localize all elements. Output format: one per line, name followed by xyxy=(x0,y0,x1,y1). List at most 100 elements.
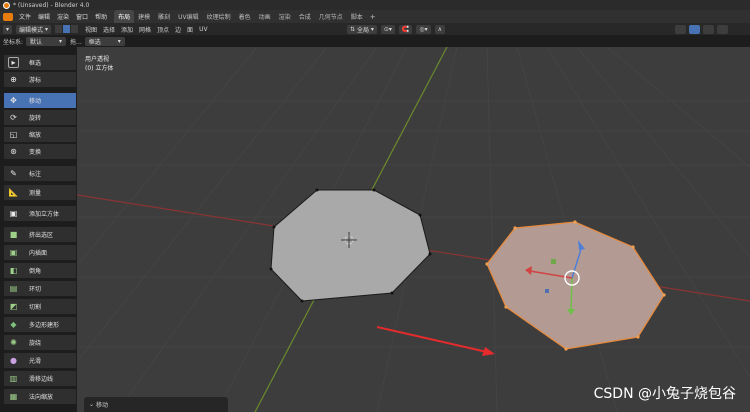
viewport-header: ▾ 编辑模式 ▾ 视图 选择 添加 网格 顶点 边 面 UV ⇅ 全局 ▾ ⊙▾… xyxy=(0,23,750,35)
menu-render[interactable]: 渲染 xyxy=(57,12,69,21)
menu-select[interactable]: 选择 xyxy=(103,25,115,34)
loop-cut-icon: ▤ xyxy=(9,284,18,293)
tool-loop-cut[interactable]: ▤ 环切 xyxy=(4,281,76,297)
menu-view[interactable]: 视图 xyxy=(85,25,97,34)
tab-uv-editing[interactable]: UV编辑 xyxy=(174,10,203,23)
menu-window[interactable]: 窗口 xyxy=(76,12,88,21)
tool-knife[interactable]: ◩ 切割 xyxy=(4,299,76,315)
view-name-label: 用户透视 xyxy=(85,56,110,63)
viewport-gizmo-buttons xyxy=(672,25,728,34)
gizmo-toggle-icon[interactable] xyxy=(689,25,700,34)
mode-dropdown[interactable]: 编辑模式 ▾ xyxy=(16,24,51,34)
tool-smooth[interactable]: ● 光滑 xyxy=(4,353,76,369)
editor-type-icon[interactable] xyxy=(3,12,13,21)
tab-layout[interactable]: 布局 xyxy=(114,10,135,23)
last-operator-panel[interactable]: ⌄ 移动 xyxy=(84,397,228,412)
tool-label: 倒角 xyxy=(29,268,42,275)
tab-rendering[interactable]: 渲染 xyxy=(275,10,295,23)
tool-label: 法向缩放 xyxy=(29,394,54,401)
drag-label: 拖... xyxy=(70,38,82,46)
tab-modeling[interactable]: 建模 xyxy=(134,10,154,23)
tab-animation[interactable]: 动画 xyxy=(255,10,275,23)
viewport-scene[interactable] xyxy=(77,47,750,412)
add-workspace-icon[interactable]: + xyxy=(370,13,376,21)
tool-rotate[interactable]: ⟳ 旋转 xyxy=(4,110,76,126)
tool-move[interactable]: ✥ 移动 xyxy=(4,93,76,109)
tool-shrink-fatten[interactable]: ▦ 法向缩放 xyxy=(4,389,76,405)
select-box-icon: ▸ xyxy=(8,57,19,68)
menu-add[interactable]: 添加 xyxy=(121,25,133,34)
annotation-arrow xyxy=(376,326,495,356)
tab-scripting[interactable]: 脚本 xyxy=(347,10,367,23)
coord-system-dropdown[interactable]: 默认 ▾ xyxy=(26,36,67,46)
smooth-icon: ● xyxy=(10,356,17,365)
top-menu-bar: 文件 编辑 渲染 窗口 帮助 布局 建模 雕刻 UV编辑 纹理绘制 着色 动画 … xyxy=(0,10,750,23)
menu-uv[interactable]: UV xyxy=(199,26,208,33)
snap-toggle[interactable]: 🧲 xyxy=(398,24,413,34)
menu-mesh[interactable]: 网格 xyxy=(139,25,151,34)
spin-icon: ✺ xyxy=(10,338,17,347)
gizmo-plane-handle[interactable] xyxy=(551,259,556,264)
menu-edit[interactable]: 编辑 xyxy=(38,12,50,21)
title-bar: * (Unsaved) - Blender 4.0 xyxy=(0,0,750,10)
annotate-icon: ✎ xyxy=(10,169,17,178)
tab-geometry-nodes[interactable]: 几何节点 xyxy=(315,10,347,23)
face-select-icon[interactable] xyxy=(70,25,78,33)
tool-label: 环切 xyxy=(29,286,42,293)
moved-octagon-mesh[interactable] xyxy=(486,221,665,350)
visibility-icon[interactable] xyxy=(675,25,686,34)
pivot-dropdown[interactable]: ⊙▾ xyxy=(380,24,395,34)
tab-shading[interactable]: 着色 xyxy=(235,10,255,23)
menu-help[interactable]: 帮助 xyxy=(95,12,107,21)
tool-add-cube[interactable]: ▣ 添加立方体 xyxy=(4,206,76,222)
blender-logo-icon xyxy=(3,1,10,9)
coord-system-value: 默认 xyxy=(30,38,43,46)
3d-viewport[interactable]: 用户透视 (0) 立方体 xyxy=(77,47,750,412)
gizmo-plane-handle[interactable] xyxy=(545,289,549,293)
falloff-dropdown[interactable]: ∧ xyxy=(434,24,446,34)
tool-poly-build[interactable]: ◆ 多边形建形 xyxy=(4,317,76,333)
menu-vertex[interactable]: 顶点 xyxy=(157,25,169,34)
shading-icon[interactable] xyxy=(717,25,728,34)
cursor-icon: ⊕ xyxy=(10,75,17,84)
tool-bevel[interactable]: ◧ 倒角 xyxy=(4,263,76,279)
original-octagon-mesh[interactable] xyxy=(270,189,431,302)
gizmo-y-axis[interactable] xyxy=(570,277,573,310)
drag-dropdown[interactable]: 框选 ▾ xyxy=(84,36,125,46)
overlay-icon[interactable] xyxy=(703,25,714,34)
tool-label: 标注 xyxy=(29,171,42,178)
tool-label: 缩放 xyxy=(29,132,42,139)
tool-label: 游标 xyxy=(29,77,42,84)
transform-orientation[interactable]: ⇅ 全局 ▾ ⊙▾ 🧲 ◎▾ ∧ xyxy=(347,24,449,34)
proportional-edit-toggle[interactable]: ◎▾ xyxy=(416,24,431,34)
tool-settings-bar: 坐标系: 默认 ▾ 拖... 框选 ▾ xyxy=(0,35,750,47)
tool-scale[interactable]: ◱ 缩放 xyxy=(4,127,76,143)
tool-spin[interactable]: ✺ 旋绕 xyxy=(4,335,76,351)
menu-face[interactable]: 面 xyxy=(187,25,193,34)
shrink-fatten-icon: ▦ xyxy=(9,392,18,401)
vertex-select-icon[interactable] xyxy=(54,25,62,33)
tab-sculpting[interactable]: 雕刻 xyxy=(154,10,174,23)
orientation-label: 全局 xyxy=(356,26,369,34)
tab-texture-paint[interactable]: 纹理绘制 xyxy=(203,10,235,23)
tool-label: 多边形建形 xyxy=(29,322,60,329)
menu-edge[interactable]: 边 xyxy=(175,25,181,34)
window-title: * (Unsaved) - Blender 4.0 xyxy=(13,1,90,9)
tool-transform[interactable]: ⊛ 变换 xyxy=(4,144,76,160)
tool-edge-slide[interactable]: ▥ 滑移边线 xyxy=(4,371,76,387)
orientation-dropdown[interactable]: ⇅ 全局 ▾ xyxy=(347,24,377,34)
tool-select-box[interactable]: ▸ 框选 xyxy=(4,55,76,71)
tool-extrude[interactable]: ■ 挤出选区 xyxy=(4,227,76,243)
editor-type-dropdown[interactable]: ▾ xyxy=(3,24,13,34)
menu-file[interactable]: 文件 xyxy=(19,12,31,21)
tab-compositing[interactable]: 合成 xyxy=(295,10,315,23)
tool-measure[interactable]: 📐 测量 xyxy=(4,185,76,201)
edge-slide-icon: ▥ xyxy=(9,374,18,383)
chevron-down-icon[interactable]: ⌄ xyxy=(89,401,94,408)
tool-annotate[interactable]: ✎ 标注 xyxy=(4,166,76,182)
tool-label: 内插面 xyxy=(29,250,48,257)
tool-inset[interactable]: ▣ 内插面 xyxy=(4,245,76,261)
edge-select-icon[interactable] xyxy=(62,25,70,33)
select-mode-group xyxy=(54,25,79,33)
tool-cursor[interactable]: ⊕ 游标 xyxy=(4,72,76,88)
